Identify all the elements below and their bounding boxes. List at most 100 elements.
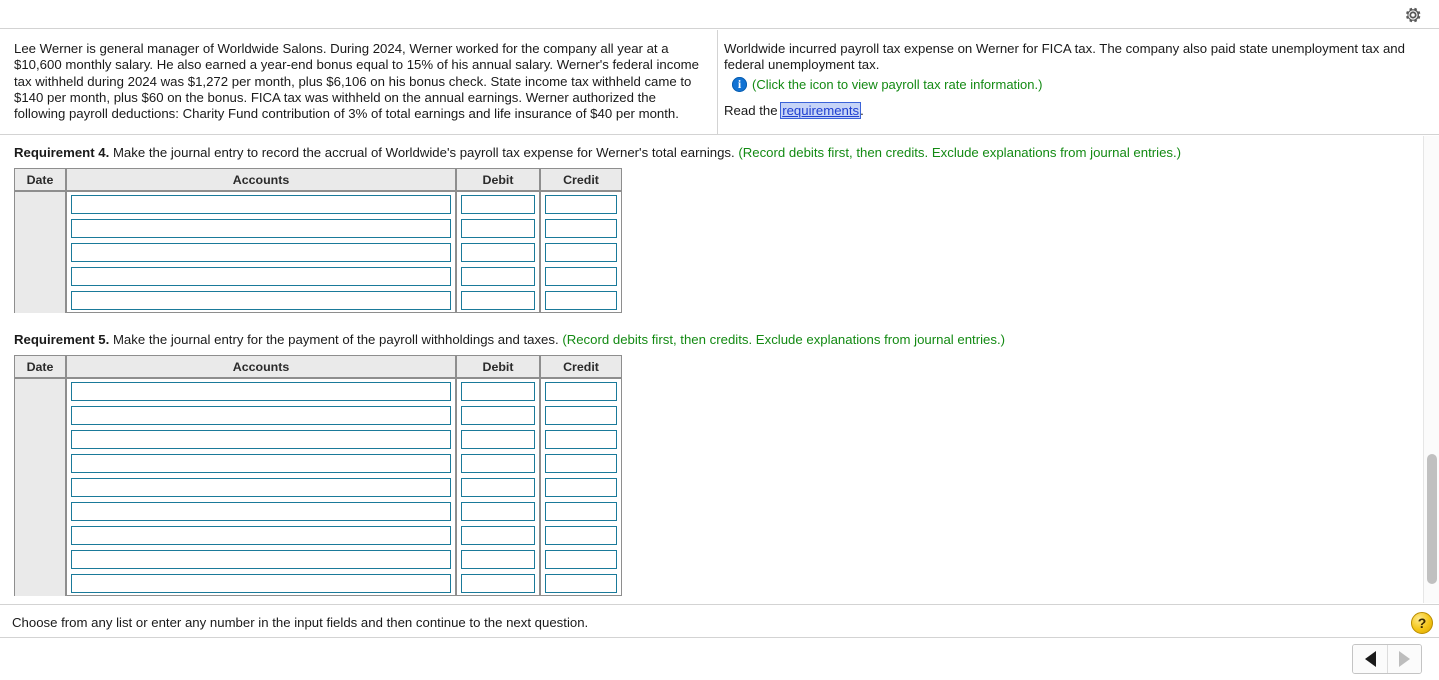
credit-input[interactable]	[545, 526, 617, 545]
requirements-link[interactable]: requirements	[780, 101, 862, 119]
accounts-input[interactable]	[71, 574, 451, 593]
column-header-date: Date	[14, 355, 66, 378]
application-root: Lee Werner is general manager of Worldwi…	[0, 0, 1439, 680]
credit-input[interactable]	[545, 550, 617, 569]
settings-gear-button[interactable]	[1401, 3, 1425, 27]
debit-input[interactable]	[461, 574, 535, 593]
column-header-accounts: Accounts	[66, 168, 456, 191]
column-header-accounts: Accounts	[66, 355, 456, 378]
requirement-5-table-body	[14, 378, 622, 596]
triangle-right-icon	[1399, 651, 1410, 667]
accounts-input[interactable]	[71, 243, 451, 262]
accounts-input[interactable]	[71, 502, 451, 521]
credit-input[interactable]	[545, 430, 617, 449]
debit-input[interactable]	[461, 382, 535, 401]
debit-cell	[456, 264, 540, 288]
accounts-cell	[66, 547, 456, 571]
debit-cell	[456, 288, 540, 313]
credit-cell	[540, 451, 622, 475]
column-header-date: Date	[14, 168, 66, 191]
credit-input[interactable]	[545, 382, 617, 401]
table-header-row: Date Accounts Debit Credit	[14, 168, 622, 191]
credit-input[interactable]	[545, 406, 617, 425]
credit-input[interactable]	[545, 291, 617, 310]
credit-input[interactable]	[545, 478, 617, 497]
accounts-input[interactable]	[71, 454, 451, 473]
accounts-input[interactable]	[71, 430, 451, 449]
info-icon[interactable]: i	[732, 76, 747, 92]
credit-input[interactable]	[545, 267, 617, 286]
date-cell[interactable]	[14, 191, 66, 313]
table-row	[14, 523, 622, 547]
requirement-5-journal-table: Date Accounts Debit Credit	[14, 355, 622, 596]
debit-input[interactable]	[461, 243, 535, 262]
accounts-input[interactable]	[71, 267, 451, 286]
credit-input[interactable]	[545, 219, 617, 238]
debit-cell	[456, 403, 540, 427]
credit-cell	[540, 475, 622, 499]
problem-left-pane: Lee Werner is general manager of Worldwi…	[0, 30, 718, 134]
credit-cell	[540, 523, 622, 547]
credit-cell	[540, 427, 622, 451]
requirement-4-instruction: Make the journal entry to record the acc…	[109, 145, 739, 160]
accounts-input[interactable]	[71, 478, 451, 497]
status-bar: Choose from any list or enter any number…	[0, 604, 1439, 638]
debit-input[interactable]	[461, 526, 535, 545]
payroll-tax-rate-info-link[interactable]: (Click the icon to view payroll tax rate…	[752, 77, 1042, 92]
problem-supplement-text: Worldwide incurred payroll tax expense o…	[724, 41, 1405, 73]
accounts-cell	[66, 191, 456, 216]
debit-input[interactable]	[461, 219, 535, 238]
accounts-input[interactable]	[71, 219, 451, 238]
credit-input[interactable]	[545, 195, 617, 214]
debit-cell	[456, 499, 540, 523]
table-row	[14, 264, 622, 288]
vertical-scrollbar[interactable]	[1423, 136, 1439, 603]
requirement-5-note: (Record debits first, then credits. Excl…	[562, 332, 1006, 347]
debit-input[interactable]	[461, 478, 535, 497]
credit-input[interactable]	[545, 243, 617, 262]
requirement-4-table-body	[14, 191, 622, 313]
credit-cell	[540, 216, 622, 240]
debit-input[interactable]	[461, 267, 535, 286]
debit-input[interactable]	[461, 195, 535, 214]
accounts-input[interactable]	[71, 406, 451, 425]
accounts-cell	[66, 427, 456, 451]
table-row	[14, 216, 622, 240]
debit-input[interactable]	[461, 550, 535, 569]
accounts-input[interactable]	[71, 526, 451, 545]
accounts-cell	[66, 523, 456, 547]
credit-input[interactable]	[545, 502, 617, 521]
accounts-input[interactable]	[71, 195, 451, 214]
help-button[interactable]: ?	[1411, 612, 1433, 634]
debit-input[interactable]	[461, 406, 535, 425]
table-row	[14, 240, 622, 264]
accounts-cell	[66, 499, 456, 523]
accounts-input[interactable]	[71, 382, 451, 401]
date-cell[interactable]	[14, 378, 66, 596]
requirement-4-heading: Requirement 4. Make the journal entry to…	[14, 144, 1439, 161]
credit-input[interactable]	[545, 454, 617, 473]
scrollbar-thumb[interactable]	[1427, 454, 1437, 584]
payroll-tax-rate-info-line: i (Click the icon to view payroll tax ra…	[724, 76, 1427, 92]
debit-cell	[456, 240, 540, 264]
debit-input[interactable]	[461, 454, 535, 473]
accounts-input[interactable]	[71, 550, 451, 569]
previous-question-button[interactable]	[1353, 645, 1387, 673]
accounts-cell	[66, 571, 456, 596]
worksheet-scroll-area[interactable]: Requirement 4. Make the journal entry to…	[0, 136, 1439, 603]
table-row	[14, 547, 622, 571]
read-requirements-suffix: .	[860, 102, 864, 118]
debit-input[interactable]	[461, 430, 535, 449]
problem-description-text: Lee Werner is general manager of Worldwi…	[14, 41, 700, 122]
requirement-5-instruction: Make the journal entry for the payment o…	[109, 332, 563, 347]
column-header-debit: Debit	[456, 355, 540, 378]
next-question-button	[1387, 645, 1421, 673]
accounts-input[interactable]	[71, 291, 451, 310]
debit-input[interactable]	[461, 291, 535, 310]
debit-cell	[456, 378, 540, 403]
credit-input[interactable]	[545, 574, 617, 593]
problem-right-pane: Worldwide incurred payroll tax expense o…	[718, 30, 1439, 134]
debit-cell	[456, 451, 540, 475]
debit-input[interactable]	[461, 502, 535, 521]
table-row	[14, 499, 622, 523]
